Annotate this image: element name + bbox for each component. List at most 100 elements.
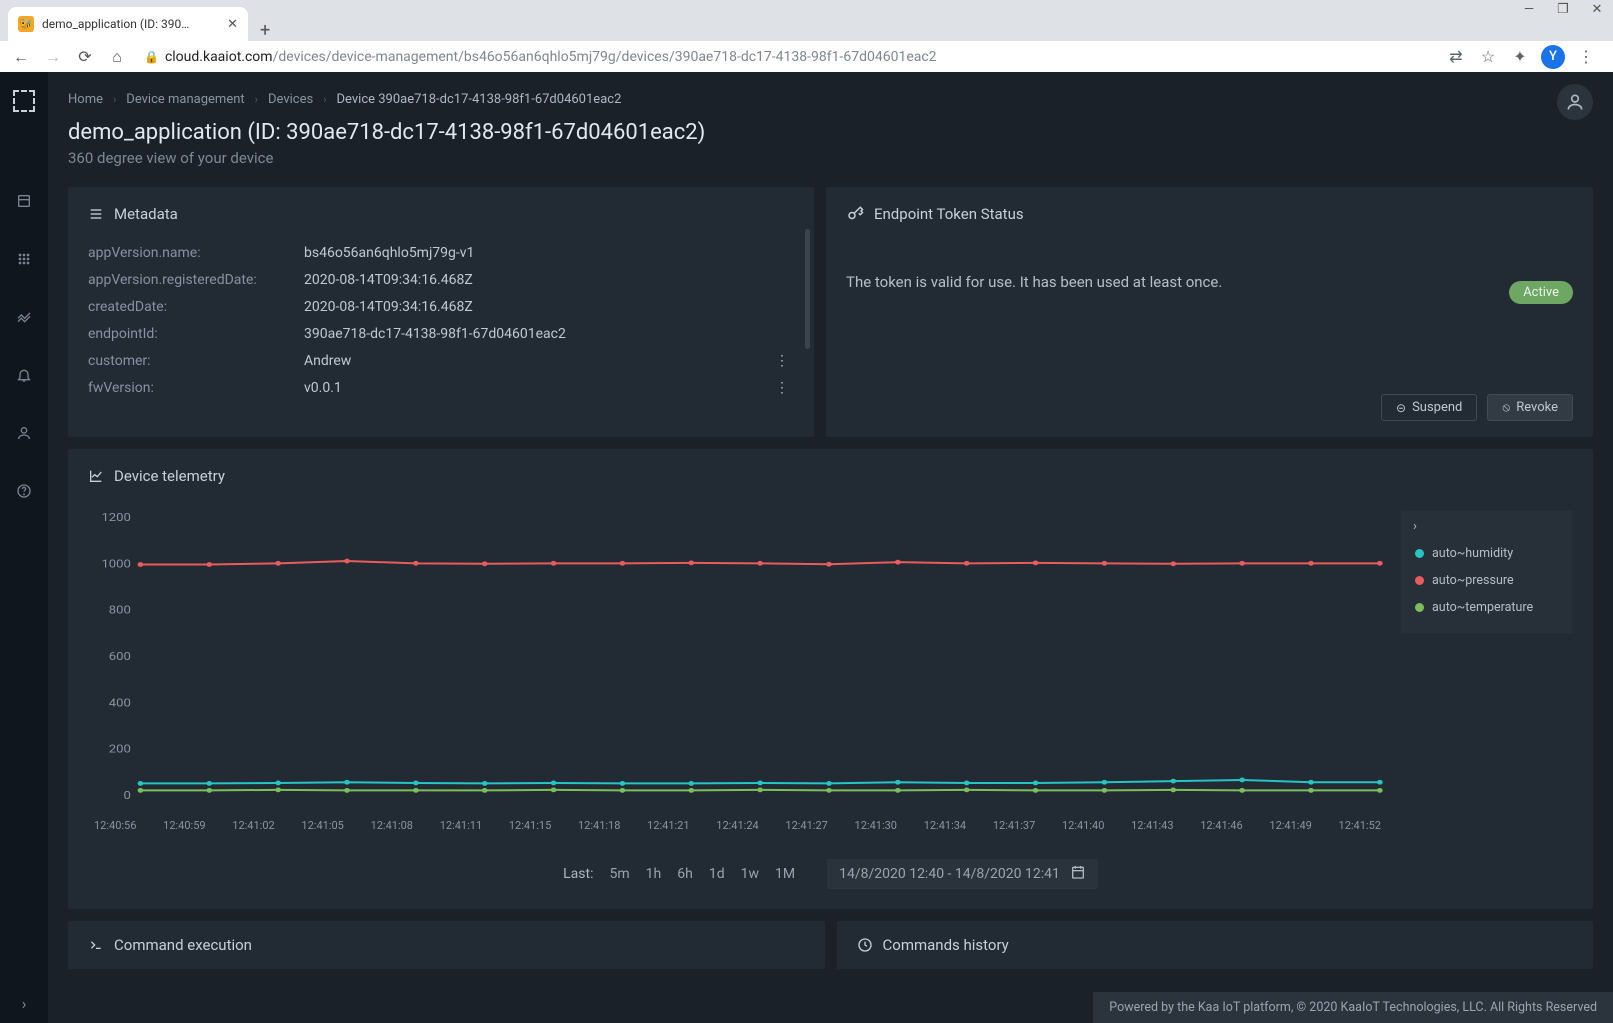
row-more-icon[interactable]: ⋮: [770, 380, 794, 396]
metadata-row: appVersion.registeredDate:2020-08-14T09:…: [88, 266, 794, 293]
x-tick-label: 12:41:30: [855, 819, 897, 832]
token-header: Endpoint Token Status: [874, 205, 1024, 223]
x-tick-label: 12:41:37: [993, 819, 1035, 832]
extensions-icon[interactable]: ✦: [1509, 46, 1531, 68]
app-logo-icon[interactable]: [13, 90, 35, 112]
last-label: Last:: [563, 866, 593, 882]
time-option[interactable]: 1M: [775, 866, 795, 882]
svg-text:200: 200: [109, 743, 131, 756]
metadata-row: fwVersion:v0.0.1⋮: [88, 374, 794, 401]
legend-item[interactable]: auto~pressure: [1401, 567, 1573, 594]
svg-text:600: 600: [109, 650, 131, 663]
x-tick-label: 12:41:24: [716, 819, 758, 832]
command-exec-label: Command execution: [114, 936, 252, 954]
legend-dot-icon: [1415, 576, 1424, 585]
commands-history-card[interactable]: Commands history: [837, 921, 1594, 969]
window-restore-icon[interactable]: ❐: [1553, 2, 1573, 17]
legend-label: auto~temperature: [1432, 600, 1533, 615]
x-tick-label: 12:41:11: [440, 819, 482, 832]
x-tick-label: 12:41:52: [1339, 819, 1381, 832]
browser-tab[interactable]: 🐝 demo_application (ID: 390… ✕: [8, 7, 248, 41]
token-message: The token is valid for use. It has been …: [846, 273, 1573, 291]
metadata-key: appVersion.registeredDate:: [88, 272, 304, 288]
nav-alerts-icon[interactable]: [0, 358, 48, 392]
command-execution-card[interactable]: Command execution: [68, 921, 825, 969]
x-tick-label: 12:41:43: [1131, 819, 1173, 832]
x-tick-label: 12:41:02: [232, 819, 274, 832]
calendar-icon: [1070, 864, 1086, 884]
legend-collapse-icon[interactable]: ›: [1401, 519, 1573, 540]
nav-help-icon[interactable]: [0, 474, 48, 508]
x-tick-label: 12:41:27: [785, 819, 827, 832]
block-icon: ⦸: [1502, 400, 1510, 415]
address-bar[interactable]: 🔒 cloud.kaaiot.com/devices/device-manage…: [136, 49, 1439, 65]
x-tick-label: 12:41:15: [509, 819, 551, 832]
chrome-menu-icon[interactable]: ⋮: [1575, 46, 1597, 68]
row-more-icon[interactable]: ⋮: [770, 353, 794, 369]
user-avatar[interactable]: [1557, 84, 1593, 120]
x-tick-label: 12:41:34: [924, 819, 966, 832]
time-controls: Last: 5m 1h 6h 1d 1w 1M 14/8/2020 12:40 - 14/…: [88, 859, 1573, 889]
nav-apps-icon[interactable]: [0, 242, 48, 276]
crumb-current: Device 390ae718-dc17-4138-98f1-67d04601e…: [337, 92, 622, 107]
legend-panel: › auto~humidityauto~pressure auto~tempera…: [1401, 511, 1573, 633]
nav-forward-icon[interactable]: →: [40, 44, 66, 70]
metadata-value: bs46o56an6qhlo5mj79g-v1: [304, 245, 794, 261]
footer: Powered by the Kaa IoT platform, © 2020 …: [1093, 992, 1613, 1023]
new-tab-button[interactable]: +: [248, 20, 282, 41]
scrollbar[interactable]: [805, 229, 810, 349]
chevron-right-icon: ›: [255, 93, 258, 106]
time-option[interactable]: 1d: [709, 866, 725, 882]
crumb-home[interactable]: Home: [68, 92, 103, 107]
svg-text:800: 800: [109, 604, 131, 617]
suspend-button[interactable]: ⊝Suspend: [1381, 394, 1477, 421]
metadata-card: Metadata appVersion.name:bs46o56an6qhlo5…: [68, 187, 814, 437]
url-path: /devices/device-management/bs46o56an6qhl…: [273, 49, 937, 65]
profile-avatar[interactable]: Y: [1541, 45, 1565, 69]
telemetry-chart[interactable]: 020040060080010001200 12:40:5612:40:5912…: [88, 511, 1387, 841]
metadata-key: fwVersion:: [88, 380, 304, 396]
page-subtitle: 360 degree view of your device: [68, 149, 1593, 167]
svg-text:0: 0: [124, 789, 132, 802]
tab-close-icon[interactable]: ✕: [227, 17, 238, 32]
tab-title: demo_application (ID: 390…: [42, 17, 219, 31]
token-status-card: Endpoint Token Status The token is valid…: [826, 187, 1593, 437]
nav-reload-icon[interactable]: ⟳: [72, 44, 98, 70]
translate-icon[interactable]: ⇄: [1445, 46, 1467, 68]
window-minimize-icon[interactable]: —: [1519, 2, 1539, 17]
legend-item[interactable]: auto~humidity: [1401, 540, 1573, 567]
x-tick-label: 12:41:18: [578, 819, 620, 832]
sidebar-expand-icon[interactable]: ›: [0, 994, 48, 1013]
legend-dot-icon: [1415, 549, 1424, 558]
status-badge: Active: [1509, 281, 1573, 304]
metadata-value: 390ae718-dc17-4138-98f1-67d04601eac2: [304, 326, 794, 342]
svg-text:400: 400: [109, 696, 131, 709]
time-range-picker[interactable]: 14/8/2020 12:40 - 14/8/2020 12:41: [827, 859, 1098, 889]
nav-dashboard-icon[interactable]: [0, 184, 48, 218]
time-range-text: 14/8/2020 12:40 - 14/8/2020 12:41: [839, 866, 1060, 882]
nav-user-icon[interactable]: [0, 416, 48, 450]
time-option[interactable]: 5m: [610, 866, 630, 882]
x-tick-label: 12:41:40: [1062, 819, 1104, 832]
time-option[interactable]: 1h: [646, 866, 662, 882]
metadata-header: Metadata: [114, 205, 178, 223]
browser-chrome: — ❐ ✕ 🐝 demo_application (ID: 390… ✕ + ←…: [0, 0, 1613, 72]
x-tick-label: 12:41:49: [1269, 819, 1311, 832]
legend-item[interactable]: auto~temperature: [1401, 594, 1573, 621]
bookmark-star-icon[interactable]: ☆: [1477, 46, 1499, 68]
time-option[interactable]: 1w: [741, 866, 759, 882]
commands-history-label: Commands history: [883, 936, 1009, 954]
crumb-devices[interactable]: Devices: [268, 92, 313, 107]
time-option[interactable]: 6h: [677, 866, 693, 882]
breadcrumb: Home › Device management › Devices › Dev…: [68, 84, 1593, 114]
revoke-button[interactable]: ⦸Revoke: [1487, 394, 1573, 421]
crumb-device-management[interactable]: Device management: [126, 92, 244, 107]
window-close-icon[interactable]: ✕: [1587, 2, 1607, 17]
metadata-row: createdDate:2020-08-14T09:34:16.468Z: [88, 293, 794, 320]
nav-back-icon[interactable]: ←: [8, 44, 34, 70]
lock-icon: 🔒: [144, 50, 159, 64]
x-tick-label: 12:40:59: [163, 819, 205, 832]
metadata-row: endpointId:390ae718-dc17-4138-98f1-67d04…: [88, 320, 794, 347]
nav-home-icon[interactable]: ⌂: [104, 44, 130, 70]
nav-analytics-icon[interactable]: [0, 300, 48, 334]
